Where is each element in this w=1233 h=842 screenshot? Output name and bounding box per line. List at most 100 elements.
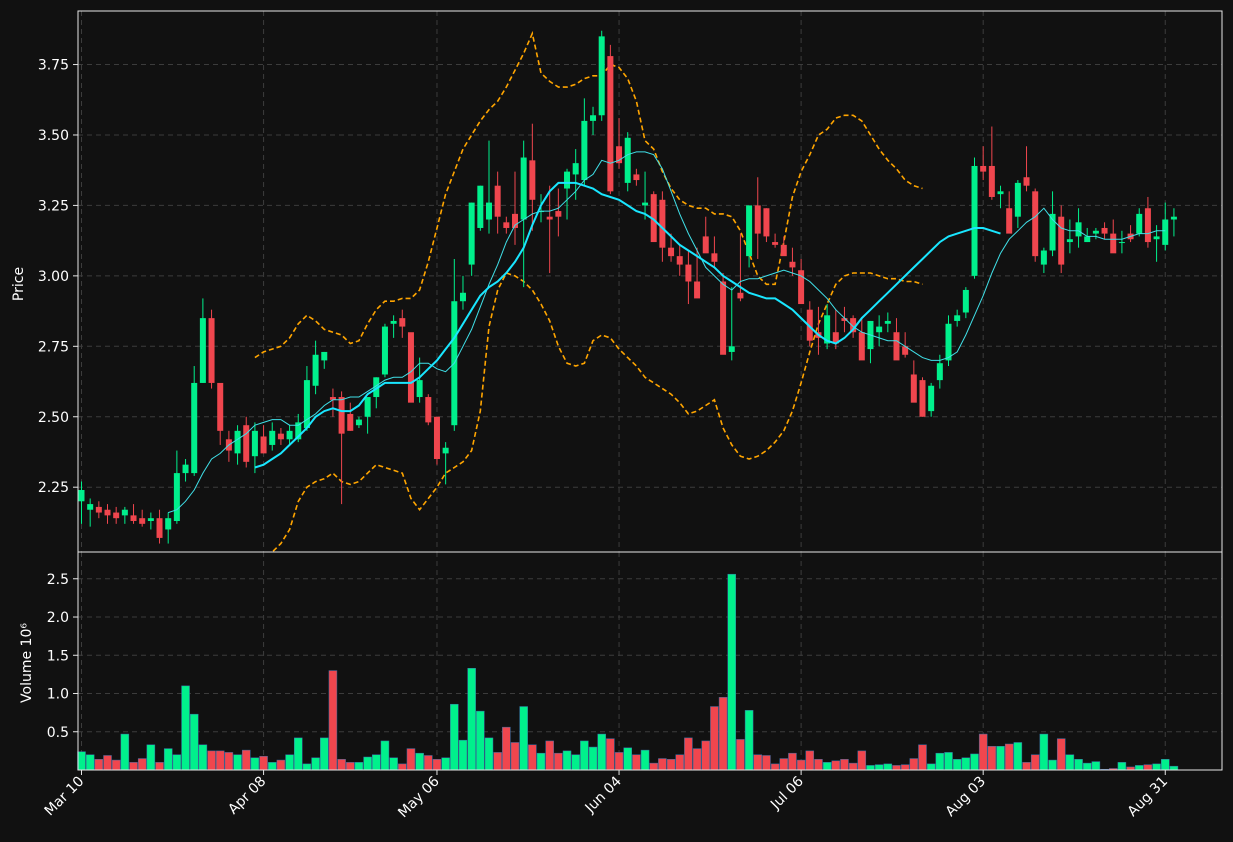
- candle-body: [1084, 236, 1091, 243]
- candle-body: [1153, 236, 1160, 240]
- candle-body: [269, 430, 276, 445]
- candle-body: [728, 346, 735, 352]
- volume-bar: [554, 752, 563, 771]
- candle-body: [694, 281, 701, 299]
- volume-bar: [302, 763, 312, 771]
- candle-body: [182, 464, 189, 474]
- candle-body: [919, 380, 926, 417]
- volume-bar: [484, 737, 494, 771]
- volume-bar: [666, 759, 676, 771]
- price-tick-label: 3.50: [38, 128, 69, 144]
- candle-body: [321, 351, 328, 361]
- candle-body: [772, 242, 779, 245]
- candle-body: [581, 120, 588, 181]
- volume-bar: [580, 740, 589, 771]
- candle-body: [780, 244, 787, 257]
- candle-body: [572, 163, 579, 175]
- volume-bar: [372, 754, 381, 771]
- volume-bar: [103, 755, 112, 771]
- candle-body: [251, 430, 258, 457]
- candle-body: [234, 430, 241, 454]
- volume-bar: [1134, 765, 1144, 771]
- candle-body: [555, 211, 562, 217]
- candle-body: [711, 253, 718, 262]
- candle-body: [590, 115, 597, 121]
- volume-bar: [1022, 762, 1031, 771]
- price-tick-label: 3.75: [38, 58, 69, 74]
- volume-bar: [1152, 763, 1161, 771]
- volume-bar: [1091, 761, 1101, 771]
- candle-body: [355, 419, 362, 426]
- volume-bar: [1056, 738, 1066, 771]
- volume-bar: [294, 737, 303, 771]
- volume-bar: [805, 750, 815, 771]
- candle-body: [668, 247, 675, 257]
- volume-bar: [857, 750, 867, 771]
- volume-bar: [389, 757, 398, 771]
- candle-body: [702, 236, 709, 254]
- candle-body: [199, 318, 206, 383]
- volume-bar: [779, 758, 789, 771]
- volume-bar: [831, 760, 841, 771]
- candle-body: [720, 281, 727, 355]
- volume-bar: [155, 762, 164, 771]
- volume-bar: [727, 573, 736, 771]
- candle-body: [95, 506, 102, 513]
- candle-body: [980, 165, 987, 172]
- candle-body: [928, 385, 935, 412]
- volume-bar: [259, 755, 268, 771]
- candle-body: [520, 157, 527, 220]
- candle-body: [910, 374, 917, 403]
- candle-body: [997, 191, 1004, 195]
- volume-bar: [224, 752, 234, 771]
- candle-body: [442, 447, 449, 454]
- candle-body: [1110, 233, 1117, 254]
- volume-bar: [172, 754, 182, 771]
- volume-bar: [94, 759, 104, 771]
- volume-bar: [814, 759, 823, 771]
- candle-body: [1014, 182, 1021, 217]
- candle-body: [78, 490, 85, 502]
- candle-body: [485, 202, 492, 220]
- volume-bar: [111, 759, 121, 771]
- volume-bar: [944, 752, 953, 771]
- volume-bar: [1039, 733, 1049, 771]
- candle-body: [884, 320, 891, 324]
- volume-bar: [1048, 759, 1057, 771]
- candle-body: [1162, 219, 1169, 245]
- candle-body: [1136, 213, 1143, 234]
- volume-bar: [285, 754, 294, 771]
- volume-bar: [233, 754, 242, 771]
- price-tick-label: 3.00: [38, 269, 69, 285]
- candle-body: [1101, 227, 1108, 234]
- volume-bar: [1169, 765, 1179, 771]
- volume-bar: [354, 762, 364, 771]
- candle-body: [737, 292, 744, 299]
- volume-bar: [493, 752, 502, 771]
- candle-body: [121, 509, 128, 516]
- volume-bar: [1004, 743, 1014, 771]
- candle-body: [217, 382, 224, 431]
- volume-bar: [1161, 759, 1170, 771]
- volume-bar: [198, 744, 208, 771]
- candle-body: [104, 509, 111, 516]
- price-tick-label: 2.25: [38, 480, 69, 496]
- candle-body: [754, 205, 761, 234]
- candle-body: [407, 332, 414, 403]
- volume-bar: [476, 710, 485, 771]
- candle-body: [676, 256, 683, 265]
- volume-bar: [632, 754, 641, 771]
- volume-bar: [250, 757, 260, 771]
- candle-body: [988, 165, 995, 197]
- candle-body: [659, 199, 666, 248]
- volume-bar: [163, 748, 173, 771]
- price-axis-title: Price: [11, 267, 27, 301]
- candle-body: [564, 171, 571, 189]
- candle-body: [113, 512, 120, 519]
- candle-body: [347, 413, 354, 431]
- candlestick-chart: 2.25 2.50 2.75 3.00 3.25 3.50 3.75 0.5 1.0 1.5 2.…: [0, 0, 1233, 842]
- volume-bar: [987, 746, 997, 771]
- volume-bar: [519, 706, 528, 771]
- volume-bar: [918, 744, 927, 771]
- candle-body: [130, 515, 137, 522]
